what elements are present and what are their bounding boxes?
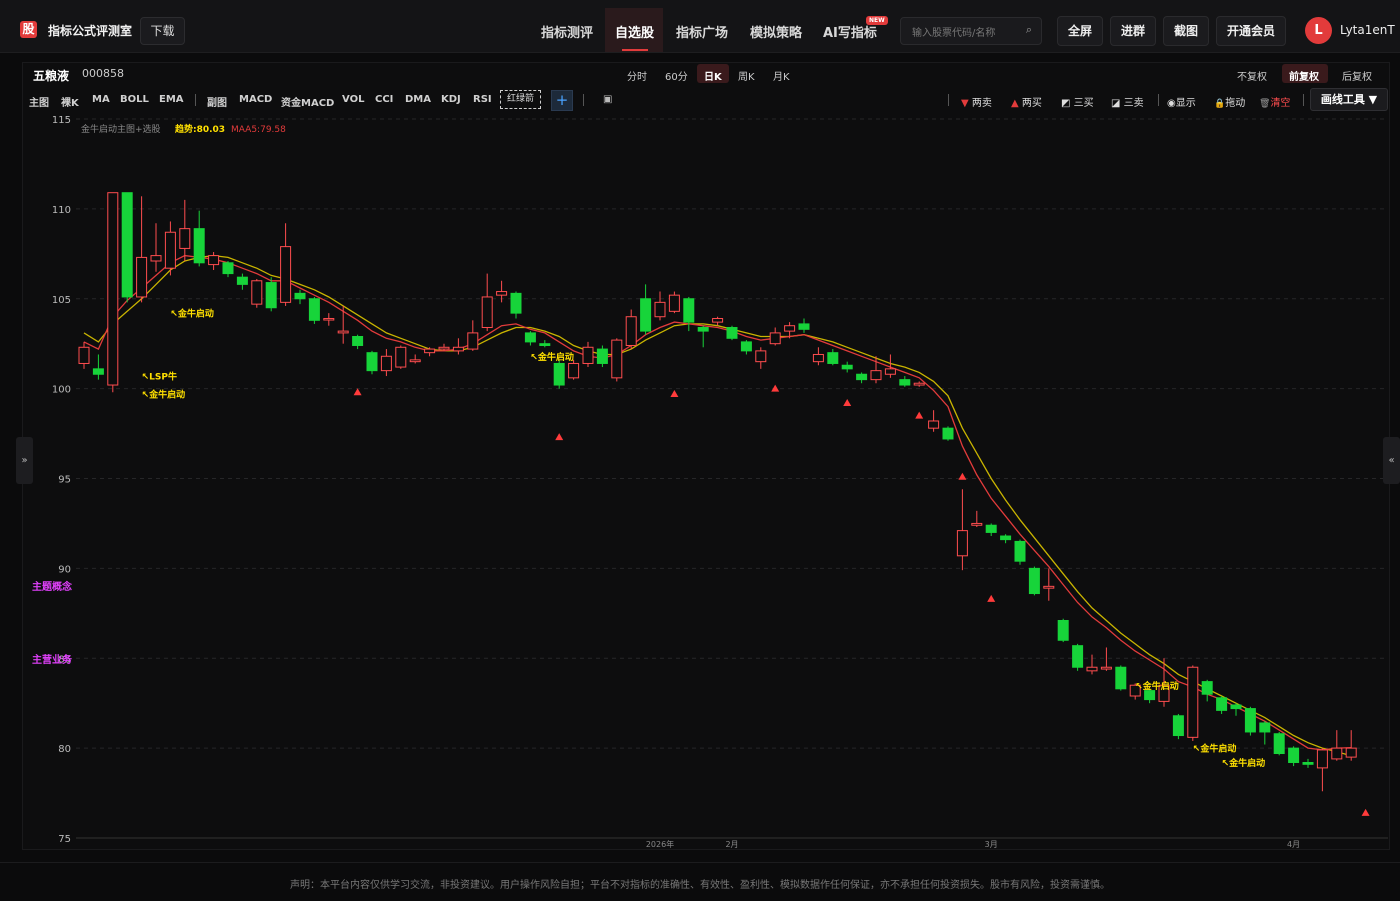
tool-label: 两买	[1021, 98, 1042, 109]
lock-icon: 🔒	[1214, 99, 1226, 109]
toolbar-divider	[948, 94, 949, 106]
toolbar-divider	[1303, 94, 1304, 106]
period-intraday[interactable]: 分时	[627, 68, 647, 83]
top-bar: 股 指标公式评测室 下载 指标测评 自选股 指标广场 模拟策略 AI写指标 NE…	[0, 0, 1400, 53]
tool-label: 拖动	[1225, 98, 1246, 109]
download-button[interactable]: 下载	[140, 17, 185, 45]
tool-show[interactable]: ◉显示	[1167, 94, 1196, 109]
chart-panel	[22, 62, 1390, 850]
adjust-none[interactable]: 不复权	[1237, 68, 1267, 83]
screenshot-button[interactable]: 截图	[1163, 16, 1209, 46]
ind-ema[interactable]: EMA	[159, 94, 184, 105]
draw-tools-dropdown[interactable]: 画线工具 ▼	[1310, 88, 1388, 111]
trash-icon: 🗑	[1259, 99, 1271, 109]
tool-label: 显示	[1175, 98, 1196, 109]
tool-two-buy[interactable]: ▲ 两买	[1011, 94, 1042, 109]
toolbar-divider	[583, 94, 584, 106]
ind-rsi[interactable]: RSI	[473, 94, 492, 105]
ind-bare-k[interactable]: 裸K	[61, 94, 79, 109]
stock-search-input[interactable]: 输入股票代码/名称 ⌕	[900, 17, 1042, 45]
tool-two-sell[interactable]: ▼ 两卖	[961, 94, 992, 109]
app-logo[interactable]: 股	[20, 21, 37, 38]
red-green-arrow-button[interactable]: 红绿箭	[500, 90, 541, 109]
nav-indicator-square[interactable]: 指标广场	[676, 22, 728, 41]
avatar[interactable]: L	[1305, 17, 1332, 44]
username[interactable]: Lyta1enT	[1340, 23, 1395, 37]
ind-vol[interactable]: VOL	[342, 94, 364, 105]
fullscreen-button[interactable]: 全屏	[1057, 16, 1103, 46]
tool-label: 清空	[1270, 98, 1291, 109]
ind-boll[interactable]: BOLL	[120, 94, 149, 105]
ind-dma[interactable]: DMA	[405, 94, 431, 105]
add-indicator-button[interactable]: +	[551, 90, 573, 111]
ind-ma[interactable]: MA	[92, 94, 110, 105]
three-buy-icon: ◩	[1061, 98, 1071, 109]
three-sell-icon: ◪	[1111, 98, 1121, 109]
brand-title[interactable]: 指标公式评测室	[48, 22, 132, 39]
footer: 声明：本平台内容仅供学习交流，非投资建议。用户操作风险自担；平台不对指标的准确性…	[0, 862, 1400, 901]
period-60min[interactable]: 60分	[665, 68, 688, 83]
period-daily[interactable]: 日K	[704, 68, 722, 83]
join-group-button[interactable]: 进群	[1110, 16, 1156, 46]
ind-main-chart[interactable]: 主图	[29, 94, 49, 109]
period-weekly[interactable]: 周K	[738, 68, 755, 83]
disclaimer-text: 声明：本平台内容仅供学习交流，非投资建议。用户操作风险自担；平台不对指标的准确性…	[290, 880, 1110, 891]
save-icon[interactable]: ▣	[603, 94, 612, 105]
stock-name: 五粮液	[33, 69, 70, 83]
eye-icon: ◉	[1167, 98, 1176, 109]
toolbar-divider	[1158, 94, 1159, 106]
buy-triangle-icon: ▲	[1011, 98, 1019, 109]
tool-clear[interactable]: 🗑清空	[1259, 94, 1290, 109]
vip-button[interactable]: 开通会员	[1216, 16, 1286, 46]
ind-kdj[interactable]: KDJ	[441, 94, 461, 105]
stock-code: 000858	[82, 67, 124, 80]
tool-three-sell[interactable]: ◪ 三卖	[1111, 94, 1144, 109]
adjust-forward[interactable]: 前复权	[1289, 68, 1319, 83]
ind-macd[interactable]: MACD	[239, 94, 272, 105]
tool-label: 三卖	[1123, 98, 1144, 109]
tool-label: 三买	[1073, 98, 1094, 109]
expand-left-button[interactable]: »	[16, 437, 33, 484]
sell-triangle-icon: ▼	[961, 98, 969, 109]
search-placeholder: 输入股票代码/名称	[912, 28, 996, 39]
adjust-backward[interactable]: 后复权	[1342, 68, 1372, 83]
search-icon[interactable]: ⌕	[1026, 23, 1032, 37]
tool-three-buy[interactable]: ◩ 三买	[1061, 94, 1094, 109]
nav-indicator-review[interactable]: 指标测评	[541, 22, 593, 41]
period-monthly[interactable]: 月K	[773, 68, 790, 83]
new-badge: NEW	[866, 16, 888, 25]
ind-fund-macd[interactable]: 资金MACD	[281, 94, 334, 109]
nav-sim-strategy[interactable]: 模拟策略	[750, 22, 802, 41]
tool-drag[interactable]: 🔒拖动	[1214, 94, 1245, 109]
toolbar-divider	[195, 94, 196, 106]
ind-sub-chart[interactable]: 副图	[207, 94, 227, 109]
ind-cci[interactable]: CCI	[375, 94, 393, 105]
nav-active-underline	[622, 49, 648, 51]
nav-watchlist[interactable]: 自选股	[615, 22, 654, 41]
tool-label: 两卖	[971, 98, 992, 109]
expand-right-button[interactable]: «	[1383, 437, 1400, 484]
